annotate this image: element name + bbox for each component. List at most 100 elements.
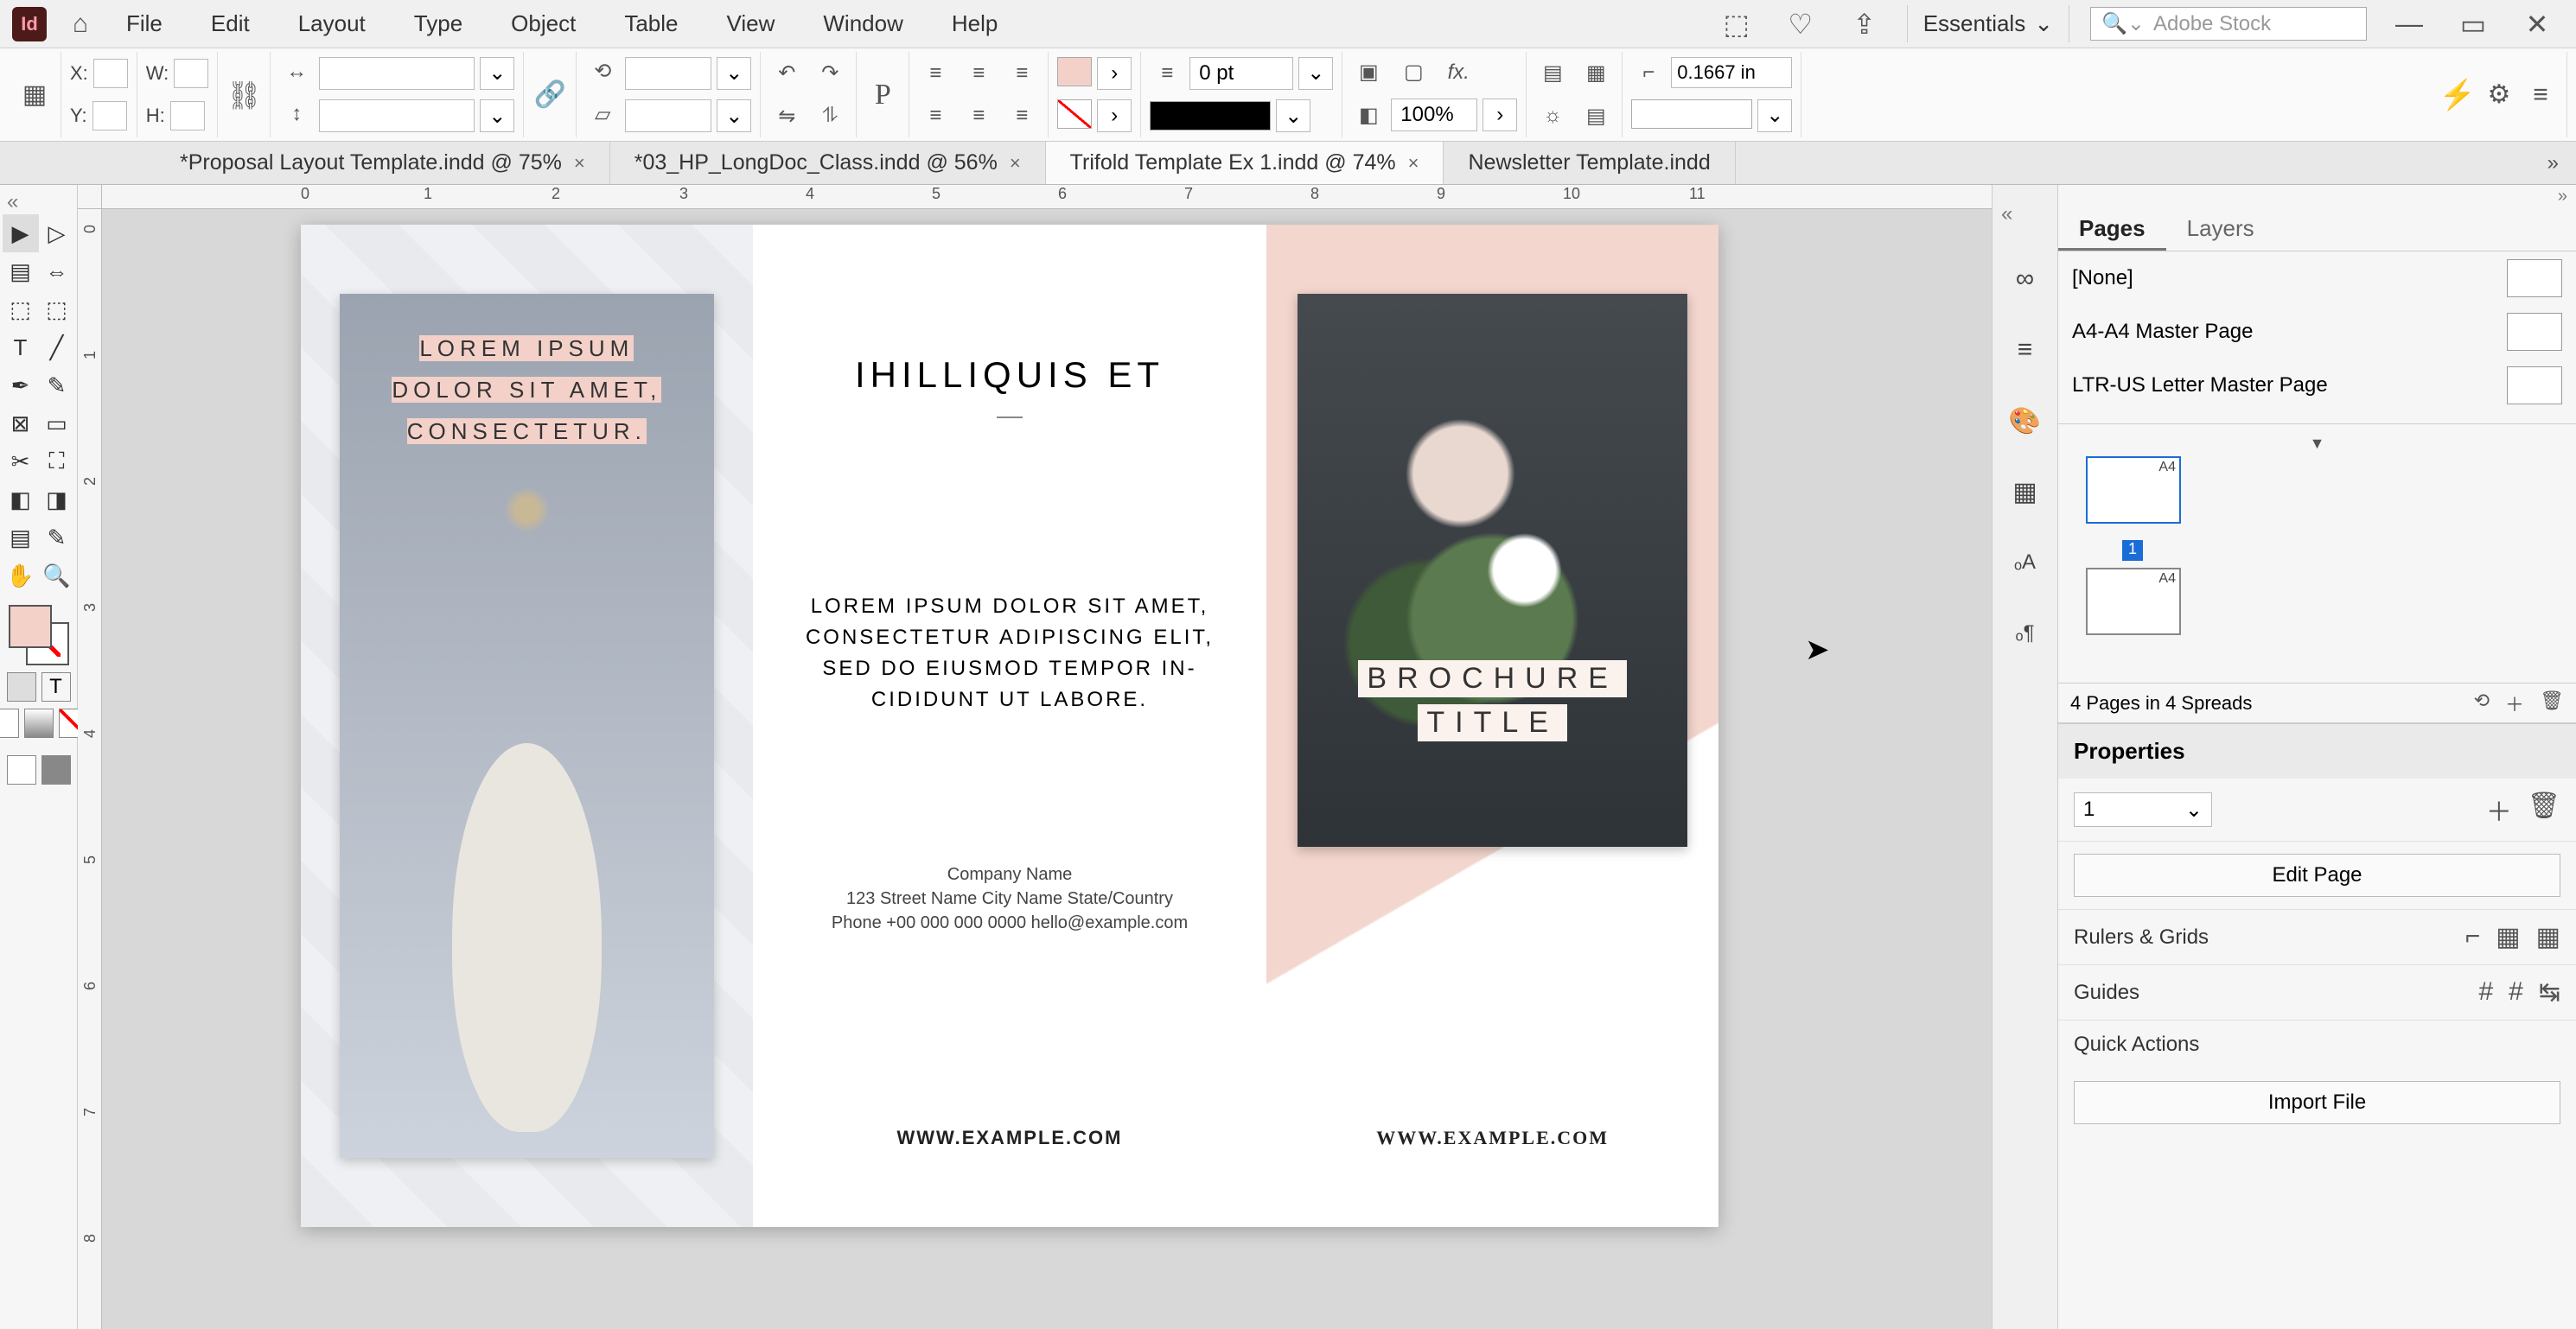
align-top-icon[interactable]: ≡ — [918, 101, 953, 130]
layers-tab[interactable]: Layers — [2166, 208, 2275, 251]
align-left-icon[interactable]: ≡ — [918, 59, 953, 88]
content-collector-tool[interactable]: ⬚ — [3, 290, 39, 328]
formatting-text-icon[interactable]: T — [41, 672, 71, 702]
panel-collapse-icon[interactable]: » — [2558, 187, 2567, 207]
tab-overflow-icon[interactable]: » — [2530, 151, 2576, 175]
ruler-horizontal[interactable]: 0 1 2 3 4 5 6 7 8 9 10 11 — [78, 185, 1992, 209]
para-styles-panel-icon[interactable]: ₒ¶ — [2007, 615, 2044, 652]
gap-tool[interactable]: ⇔ — [39, 252, 75, 290]
doc-tab-newsletter[interactable]: Newsletter Template.indd — [1444, 142, 1735, 184]
baseline-grid-icon[interactable]: ▦ — [2496, 922, 2520, 952]
direct-selection-tool[interactable]: ▷ — [39, 214, 75, 252]
scale-x-dd[interactable]: ⌄ — [480, 57, 514, 90]
menu-layout[interactable]: Layout — [274, 10, 390, 37]
view-mode-preview[interactable] — [41, 755, 71, 785]
line-tool[interactable]: ╱ — [39, 328, 75, 366]
maximize-button[interactable]: ▭ — [2452, 8, 2495, 41]
menu-view[interactable]: View — [702, 10, 799, 37]
home-icon[interactable]: ⌂ — [59, 10, 102, 39]
zoom-tool[interactable]: 🔍 — [39, 556, 75, 595]
opacity-dd[interactable]: › — [1482, 99, 1517, 131]
publish-online-icon[interactable]: ⬚ — [1715, 8, 1758, 41]
toolbox-grip-icon[interactable]: « — [0, 190, 18, 214]
fill-color-swatch[interactable] — [9, 605, 52, 648]
master-row-a4[interactable]: A4-A4 Master Page — [2058, 305, 2576, 359]
gradient-swatch-tool[interactable]: ◧ — [3, 480, 39, 518]
corner-style[interactable] — [1631, 99, 1752, 129]
page-thumbnail-2[interactable]: A4 — [2086, 568, 2181, 635]
text-wrap-around-icon[interactable]: ▦ — [1578, 59, 1613, 88]
workspace-selector[interactable]: Essentials ⌄ — [1907, 5, 2069, 42]
h-input[interactable] — [170, 101, 205, 130]
menu-table[interactable]: Table — [600, 10, 702, 37]
stroke-weight-input[interactable]: 0 pt — [1189, 57, 1293, 90]
gpu-icon[interactable]: ⚡ — [2440, 80, 2475, 110]
ruler-icon[interactable]: ⌐ — [2465, 922, 2481, 952]
menu-object[interactable]: Object — [487, 10, 600, 37]
document-page[interactable]: LOREM IPSUM DOLOR SIT AMET, CONSECTETUR.… — [301, 225, 1718, 1227]
delete-page-icon[interactable]: 🗑 — [2528, 791, 2560, 829]
x-input[interactable] — [93, 59, 128, 88]
panel1-caption[interactable]: LOREM IPSUM DOLOR SIT AMET, CONSECTETUR. — [301, 328, 753, 452]
rotate-input[interactable] — [625, 57, 711, 90]
ruler-vertical[interactable]: 0 1 2 3 4 5 6 7 8 — [78, 209, 102, 1329]
help-bulb-icon[interactable]: ♡ — [1779, 8, 1822, 41]
panel2-heading[interactable]: IHILLIQUIS ET — [784, 354, 1236, 396]
text-wrap-col-icon[interactable]: ▤ — [1578, 101, 1613, 130]
minimize-button[interactable]: — — [2388, 8, 2431, 40]
view-mode-normal[interactable] — [7, 755, 36, 785]
flip-h-icon[interactable]: ⇋ — [769, 101, 804, 130]
edit-page-button[interactable]: Edit Page — [2074, 854, 2560, 897]
fill-swatch[interactable] — [1057, 57, 1092, 86]
fill-dd[interactable]: › — [1097, 57, 1132, 90]
links-panel-icon[interactable]: ∞ — [2007, 261, 2044, 297]
y-input[interactable] — [92, 101, 127, 130]
stroke-swatch[interactable] — [1057, 99, 1092, 129]
align-mid-icon[interactable]: ≡ — [961, 101, 996, 130]
char-styles-panel-icon[interactable]: ₒA — [2007, 544, 2044, 581]
scissors-tool[interactable]: ✂ — [3, 442, 39, 480]
reference-point-icon[interactable]: ▦ — [17, 80, 52, 110]
master-row-ltr[interactable]: LTR-US Letter Master Page — [2058, 359, 2576, 412]
stroke-weight-dd[interactable]: ⌄ — [1298, 57, 1333, 90]
close-button[interactable]: ✕ — [2515, 8, 2559, 41]
page-tool[interactable]: ▤ — [3, 252, 39, 290]
type-tool[interactable]: T — [3, 328, 39, 366]
text-wrap-none-icon[interactable]: ▤ — [1535, 59, 1570, 88]
stroke-panel-icon[interactable]: ≡ — [2007, 332, 2044, 368]
hand-tool[interactable]: ✋ — [3, 556, 39, 595]
rectangle-tool[interactable]: ▭ — [39, 404, 75, 442]
delete-page-icon[interactable]: 🗑 — [2540, 690, 2564, 717]
edit-page-size-icon[interactable]: ⟲ — [2474, 690, 2490, 717]
panel-menu-icon[interactable]: ≡ — [2523, 80, 2558, 110]
close-icon[interactable]: × — [1408, 152, 1419, 175]
doc-tab-trifold[interactable]: Trifold Template Ex 1.indd @ 74%× — [1046, 142, 1444, 184]
new-page-icon[interactable]: ＋ — [2486, 791, 2512, 829]
shear-input[interactable] — [625, 99, 711, 132]
w-input[interactable] — [174, 59, 208, 88]
panel2-contact[interactable]: Company Name 123 Street Name City Name S… — [784, 862, 1236, 935]
eyedropper-tool[interactable]: ✎ — [39, 518, 75, 556]
panel3-image[interactable] — [1298, 294, 1687, 847]
corner-size-input[interactable]: 0.1667 in — [1671, 57, 1792, 88]
panel2-body[interactable]: LOREM IPSUM DOLOR SIT AMET, CONSECTETUR … — [784, 591, 1236, 715]
pencil-tool[interactable]: ✎ — [39, 366, 75, 404]
constrain-proportions-icon[interactable]: ⛓ — [226, 80, 261, 110]
pages-tab[interactable]: Pages — [2058, 208, 2166, 251]
panel3-title[interactable]: BROCHURE TITLE — [1266, 657, 1718, 745]
corner-style-dd[interactable]: ⌄ — [1757, 99, 1792, 132]
dock-grip-icon[interactable]: « — [1993, 202, 2012, 226]
swatches-panel-icon[interactable]: ▦ — [2007, 474, 2044, 510]
content-placer-tool[interactable]: ⬚ — [39, 290, 75, 328]
apply-gradient-icon[interactable] — [24, 709, 54, 738]
drop-shadow-icon[interactable]: ▢ — [1396, 58, 1431, 87]
opacity-input[interactable]: 100% — [1391, 99, 1477, 131]
flip-v-icon[interactable]: ⥮ — [813, 101, 847, 130]
stock-search-input[interactable]: 🔍⌄ Adobe Stock — [2090, 7, 2367, 41]
doc-grid-icon[interactable]: ▦ — [2536, 922, 2560, 952]
settings-icon[interactable]: ⚙ — [2482, 80, 2516, 110]
scale-y-input[interactable] — [319, 99, 475, 132]
selection-tool[interactable]: ▶ — [3, 214, 39, 252]
page-selector[interactable]: 1 ⌄ — [2074, 792, 2212, 827]
doc-tab-longdoc[interactable]: *03_HP_LongDoc_Class.indd @ 56%× — [610, 142, 1046, 184]
